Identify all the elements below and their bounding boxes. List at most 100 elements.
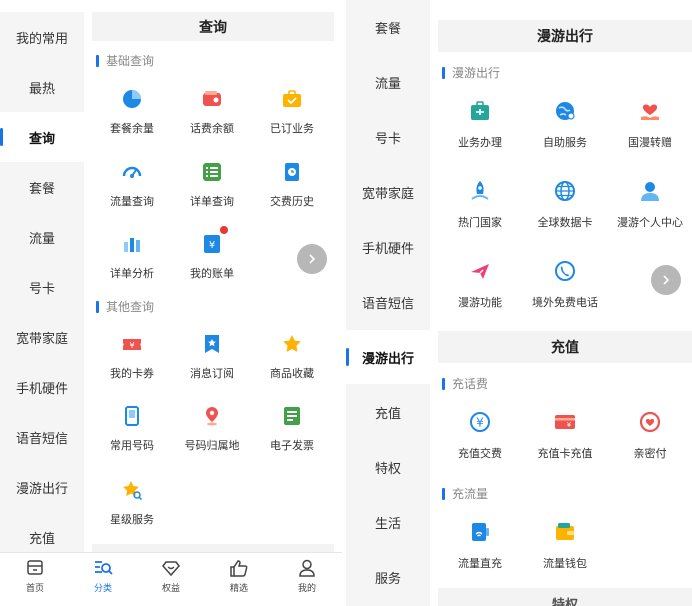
- sidebar-item-life[interactable]: 生活: [346, 495, 430, 549]
- phone-icon: [120, 404, 144, 428]
- sidebar-item-hardware[interactable]: 手机硬件: [346, 220, 430, 274]
- grid-item-label: 自助服务: [543, 136, 587, 149]
- accent-bar: [96, 300, 99, 313]
- grid-item-balance[interactable]: 话费余额: [172, 87, 252, 136]
- sidebar-item-voice-sms[interactable]: 语音短信: [346, 275, 430, 329]
- grid-item-my-bill[interactable]: ¥ 我的账单: [172, 226, 252, 281]
- wallet-icon: [200, 87, 224, 111]
- sidebar-item-roaming[interactable]: 漫游出行: [0, 462, 84, 512]
- sidebar-item-roaming[interactable]: 漫游出行: [346, 330, 430, 384]
- sidebar-item-broadband[interactable]: 宽带家庭: [0, 312, 84, 362]
- person-icon: [637, 178, 663, 204]
- grid-item-label: 电子发票: [270, 439, 314, 452]
- next-section-header: 特权: [438, 588, 692, 606]
- invoice-icon: [280, 404, 304, 428]
- tab-home[interactable]: 首页: [5, 558, 65, 594]
- grid-item-business[interactable]: 业务办理: [438, 98, 522, 150]
- grid-item-subscribed[interactable]: 已订业务: [252, 87, 332, 136]
- next-arrow-button[interactable]: [297, 244, 327, 274]
- user-icon: [299, 559, 315, 577]
- grid-item-family-pay[interactable]: 亲密付: [608, 409, 692, 461]
- sidebar-item-privilege[interactable]: 特权: [346, 440, 430, 494]
- subsection-title-text: 充话费: [452, 377, 489, 391]
- sidebar-item-sim-card[interactable]: 号卡: [346, 110, 430, 164]
- location-icon: [200, 404, 224, 428]
- svg-text:¥: ¥: [209, 240, 215, 251]
- sidebar-item-recharge[interactable]: 充值: [346, 385, 430, 439]
- grid-item-recharge-pay[interactable]: ¥ 充值交费: [438, 409, 522, 461]
- rocket-icon: [467, 178, 493, 204]
- category-icon: [95, 561, 113, 575]
- subsection-title: 基础查询: [96, 52, 154, 69]
- grid-item-number-location[interactable]: 号码归属地: [172, 404, 252, 453]
- tab-label: 分类: [93, 584, 112, 594]
- grid-item-free-overseas-calls[interactable]: 境外免费电话: [523, 258, 607, 310]
- plane-icon: [467, 258, 493, 284]
- grid-item-self-service[interactable]: 自助服务: [523, 98, 607, 150]
- svg-text:¥: ¥: [476, 416, 484, 430]
- star-search-icon: [120, 478, 144, 502]
- history-icon: [280, 160, 304, 184]
- grid-item-e-invoice[interactable]: 电子发票: [252, 404, 332, 453]
- grid-item-label: 套餐余量: [110, 122, 154, 135]
- grid-item-label: 详单查询: [190, 195, 234, 208]
- sidebar-item-voice-sms[interactable]: 语音短信: [0, 412, 84, 462]
- grid-item-label: 星级服务: [110, 513, 154, 526]
- tab-category[interactable]: 分类: [73, 558, 133, 594]
- grid-item-package-balance[interactable]: 套餐余量: [92, 87, 172, 136]
- subsection-title-text: 其他查询: [106, 300, 155, 314]
- sidebar-item-hardware[interactable]: 手机硬件: [0, 362, 84, 412]
- grid-item-card-recharge[interactable]: ¥ 充值卡充值: [523, 409, 607, 461]
- category-sidebar: 套餐 流量 号卡 宽带家庭 手机硬件 语音短信 漫游出行 充值 特权 生活 服务: [346, 0, 430, 606]
- sidebar-item-package[interactable]: 套餐: [0, 162, 84, 212]
- grid-item-frequent-numbers[interactable]: 常用号码: [92, 404, 172, 453]
- grid-item-global-data-card[interactable]: 全球数据卡: [523, 178, 607, 230]
- heart-pay-icon: [637, 409, 663, 435]
- tab-featured[interactable]: 精选: [209, 558, 269, 594]
- sidebar-item-hot[interactable]: 最热: [0, 62, 84, 112]
- grid-item-label: 国漫转赠: [628, 136, 672, 149]
- phone-call-icon: [552, 258, 578, 284]
- sidebar-item-data[interactable]: 流量: [0, 212, 84, 262]
- svg-text:¥: ¥: [129, 341, 134, 350]
- grid-item-payment-history[interactable]: 交费历史: [252, 160, 332, 209]
- subsection-title: 漫游出行: [442, 64, 500, 81]
- gift-heart-icon: [637, 98, 663, 124]
- grid-item-detail-query[interactable]: 详单查询: [172, 160, 252, 209]
- grid-item-message-subscription[interactable]: 消息订阅: [172, 332, 252, 381]
- sidebar-item-package[interactable]: 套餐: [346, 0, 430, 54]
- grid-item-transfer[interactable]: 国漫转赠: [608, 98, 692, 150]
- sidebar-item-favorites[interactable]: 我的常用: [0, 12, 84, 62]
- bookmark-icon: [200, 332, 224, 356]
- sidebar-item-service[interactable]: 服务: [346, 550, 430, 604]
- next-arrow-button[interactable]: [651, 265, 681, 295]
- tab-label: 我的: [297, 584, 316, 594]
- grid-item-star-service[interactable]: 星级服务: [92, 478, 172, 527]
- grid-item-label: 消息订阅: [190, 367, 234, 380]
- sidebar-item-data[interactable]: 流量: [346, 55, 430, 109]
- sidebar-item-sim-card[interactable]: 号卡: [0, 262, 84, 312]
- accent-bar: [442, 487, 445, 500]
- tab-benefits[interactable]: 权益: [141, 558, 201, 594]
- grid-item-data-direct-recharge[interactable]: 流量直充: [438, 519, 522, 571]
- grid-item-detail-analysis[interactable]: 详单分析: [92, 232, 172, 281]
- grid-item-data-wallet[interactable]: 流量钱包: [523, 519, 607, 571]
- grid-item-data-query[interactable]: 流量查询: [92, 160, 172, 209]
- sidebar-item-query[interactable]: 查询: [0, 112, 84, 162]
- grid-item-label: 流量钱包: [543, 557, 587, 570]
- luggage-icon: [467, 98, 493, 124]
- subsection-title: 其他查询: [96, 298, 154, 315]
- grid-item-roaming-functions[interactable]: 漫游功能: [438, 258, 522, 310]
- sidebar-item-broadband[interactable]: 宽带家庭: [346, 165, 430, 219]
- grid-item-hot-countries[interactable]: 热门国家: [438, 178, 522, 230]
- subsection-title: 充流量: [442, 485, 488, 502]
- globe-icon: [552, 178, 578, 204]
- chevron-right-icon: [309, 254, 316, 264]
- grid-item-label: 充值交费: [458, 447, 502, 460]
- grid-item-label: 漫游功能: [458, 296, 502, 309]
- coupon-icon: ¥: [120, 332, 144, 356]
- grid-item-coupons[interactable]: ¥ 我的卡券: [92, 332, 172, 381]
- tab-mine[interactable]: 我的: [277, 558, 337, 594]
- grid-item-roaming-center[interactable]: 漫游个人中心: [608, 178, 692, 230]
- grid-item-favorites[interactable]: 商品收藏: [252, 332, 332, 381]
